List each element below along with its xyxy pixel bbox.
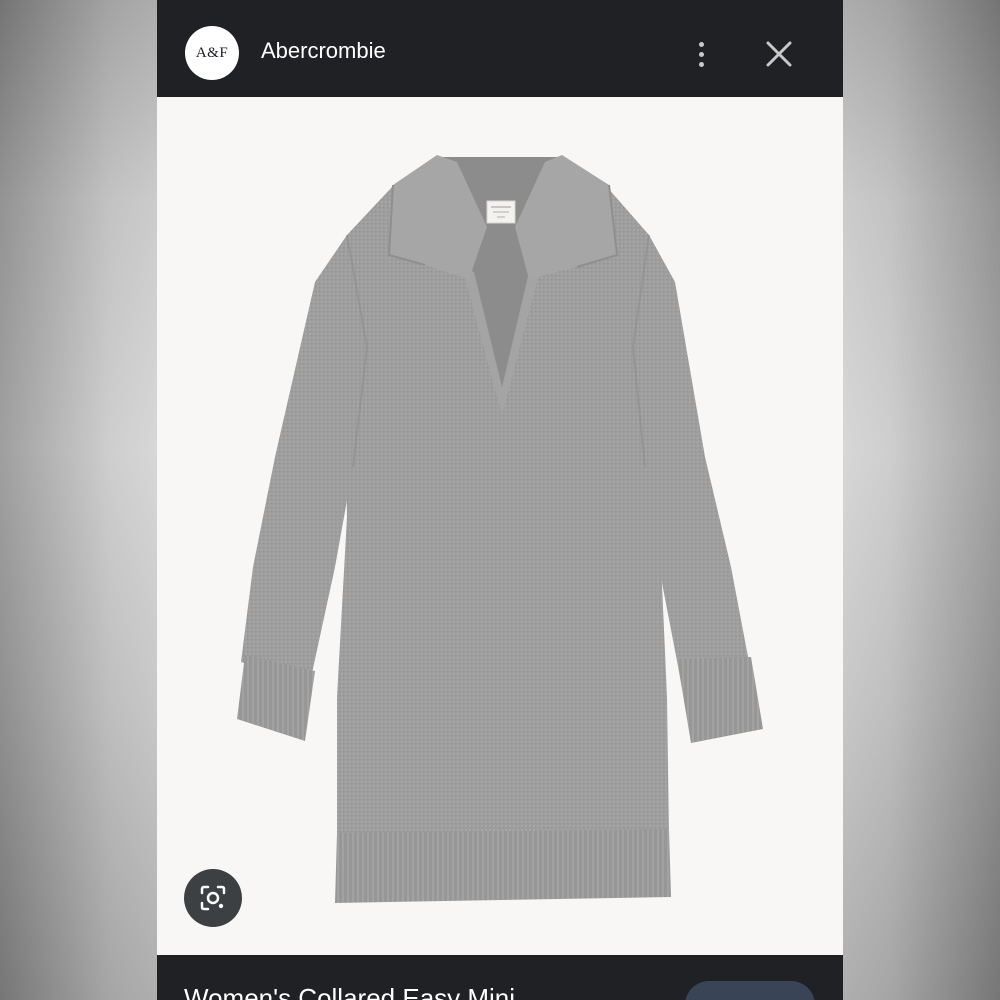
hem-ribbing (335, 829, 671, 903)
image-viewer-panel: A&F Abercrombie Women's Collared Easy Mi… (157, 0, 843, 1000)
lens-search-button[interactable] (184, 869, 242, 927)
backdrop-left (0, 0, 157, 1000)
product-footer: Women's Collared Easy Mini (157, 955, 843, 1000)
more-vert-icon (698, 41, 704, 47)
site-logo[interactable]: A&F (185, 26, 239, 80)
lens-search-icon (200, 885, 226, 911)
viewer-header: A&F Abercrombie (157, 0, 843, 97)
sweater-dress-image (237, 155, 763, 903)
more-options-button[interactable] (689, 38, 713, 70)
close-icon (766, 41, 792, 67)
visit-button[interactable] (685, 981, 815, 1000)
close-button[interactable] (763, 38, 795, 70)
clothing-tag-icon (486, 200, 516, 224)
site-name[interactable]: Abercrombie (261, 38, 386, 64)
right-cuff (677, 657, 763, 743)
product-image[interactable] (157, 97, 843, 955)
backdrop-right (843, 0, 1000, 1000)
product-title[interactable]: Women's Collared Easy Mini (184, 983, 515, 1000)
site-logo-text: A&F (195, 44, 229, 61)
